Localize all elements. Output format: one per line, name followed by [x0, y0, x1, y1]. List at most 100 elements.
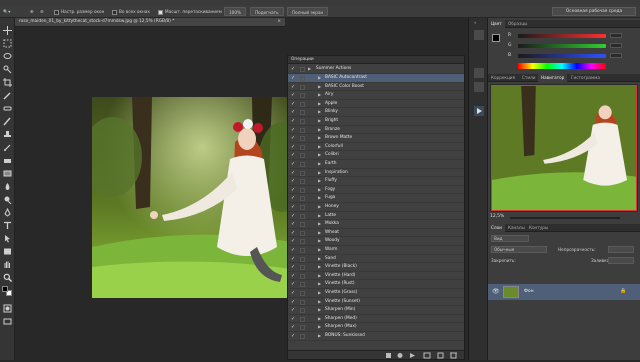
zoom-tool-icon[interactable] — [3, 273, 12, 282]
dialog-toggle-box[interactable] — [300, 239, 305, 245]
all-windows-checkbox[interactable]: Во всех окнах — [112, 7, 150, 16]
tab-layers[interactable]: Слои — [488, 224, 505, 232]
check-icon[interactable]: ✓ — [291, 151, 295, 160]
action-item[interactable]: ✓ ▶ Bronze — [288, 126, 464, 135]
check-icon[interactable]: ✓ — [291, 117, 295, 126]
tab-navigator[interactable]: Навигатор — [538, 74, 568, 82]
action-item[interactable]: ✓ ▶ Vinette (Black) — [288, 263, 464, 272]
expand-icon[interactable]: ▶ — [318, 255, 321, 264]
action-item[interactable]: ✓ ▶ Vinette (Hard) — [288, 272, 464, 281]
dialog-toggle-box[interactable] — [300, 316, 305, 322]
move-tool-icon[interactable] — [3, 26, 12, 35]
actions-footer-icons[interactable] — [288, 351, 464, 360]
dialog-toggle-box[interactable] — [300, 205, 305, 210]
expand-icon[interactable]: ▶ — [318, 126, 321, 135]
dialog-toggle-box[interactable] — [300, 110, 305, 116]
dialog-toggle-box[interactable] — [300, 67, 305, 72]
expand-icon[interactable]: ▶ — [318, 74, 321, 83]
dialog-toggle-box[interactable] — [300, 93, 305, 99]
quick-mask-icon[interactable] — [3, 304, 12, 313]
dialog-toggle-box[interactable] — [300, 256, 305, 262]
eye-visibility-icon[interactable]: 👁 — [492, 288, 500, 295]
expand-icon[interactable]: ▶ — [318, 108, 321, 117]
action-item[interactable]: ✓ ▶ Vinette (Rust) — [288, 280, 464, 289]
document-tab[interactable]: rose_maiden_01_by_kittythecat_stock-d7mm… — [15, 18, 285, 27]
dialog-toggle-box[interactable] — [300, 273, 305, 279]
check-icon[interactable]: ✓ — [291, 272, 295, 281]
check-icon[interactable]: ✓ — [291, 186, 295, 195]
expand-icon[interactable]: ▶ — [318, 160, 321, 169]
expand-icon[interactable]: ▶ — [318, 237, 321, 246]
clone-stamp-tool-icon[interactable] — [3, 130, 12, 139]
tab-paths[interactable]: Контуры — [526, 224, 551, 232]
expand-icon[interactable]: ▶ — [318, 212, 321, 221]
properties-panel-icon[interactable] — [474, 68, 484, 78]
color-swatches[interactable] — [2, 286, 13, 298]
dialog-toggle-box[interactable] — [300, 265, 305, 271]
check-icon[interactable]: ✓ — [291, 298, 295, 307]
check-icon[interactable]: ✓ — [291, 143, 295, 152]
action-item[interactable]: ✓ ▶ BASIC Color Boost — [288, 83, 464, 92]
action-item[interactable]: ✓ ▶ Fogy — [288, 186, 464, 195]
action-item[interactable]: ✓ ▶ Vinette (Grass) — [288, 289, 464, 298]
action-item[interactable]: ✓ ▶ Warm — [288, 246, 464, 255]
expand-icon[interactable]: ▶ — [318, 220, 321, 229]
document-image[interactable] — [92, 97, 292, 298]
dialog-toggle-box[interactable] — [300, 144, 305, 150]
navigator-view-box[interactable] — [491, 85, 637, 211]
check-icon[interactable]: ✓ — [291, 212, 295, 221]
expand-icon[interactable]: ▶ — [308, 65, 311, 74]
eraser-tool-icon[interactable] — [3, 156, 12, 165]
action-item[interactable]: ✓ ▶ Vinette (Sunset) — [288, 298, 464, 307]
expand-icon[interactable]: ▶ — [318, 280, 321, 289]
red-value-field[interactable] — [610, 33, 622, 38]
check-icon[interactable]: ✓ — [291, 134, 295, 143]
check-icon[interactable]: ✓ — [291, 126, 295, 135]
action-item[interactable]: ✓ ▶ Sharpen (Med) — [288, 315, 464, 324]
expand-icon[interactable]: ▶ — [318, 203, 321, 212]
dialog-toggle-box[interactable] — [300, 162, 305, 167]
foreground-color-swatch[interactable] — [492, 34, 500, 42]
workspace-switcher[interactable]: Основная рабочая среда — [552, 7, 636, 16]
dialog-toggle-box[interactable] — [300, 153, 305, 159]
zoom-out-icon[interactable]: ⊖ — [40, 7, 44, 16]
expand-icon[interactable]: ▶ — [318, 83, 321, 92]
tab-styles[interactable]: Стили — [519, 74, 538, 82]
info-panel-icon[interactable] — [474, 82, 484, 92]
action-item[interactable]: ✓ ▶ Earth — [288, 160, 464, 169]
action-item[interactable]: ✓ ▶ Mokka — [288, 220, 464, 229]
blue-slider[interactable] — [518, 54, 606, 58]
action-item[interactable]: ✓ ▶ Sharpen (Min) — [288, 306, 464, 315]
expand-icon[interactable]: ▶ — [318, 134, 321, 143]
action-item[interactable]: ✓ ▶ Apple — [288, 100, 464, 109]
expand-icon[interactable]: ▶ — [318, 289, 321, 298]
dialog-toggle-box[interactable] — [300, 170, 305, 176]
pen-tool-icon[interactable] — [3, 207, 12, 217]
dialog-toggle-box[interactable] — [300, 136, 305, 142]
dialog-toggle-box[interactable] — [300, 119, 305, 124]
history-brush-tool-icon[interactable] — [3, 143, 12, 152]
dialog-toggle-box[interactable] — [300, 101, 305, 107]
check-icon[interactable]: ✓ — [291, 91, 295, 100]
dialog-toggle-box[interactable] — [300, 308, 305, 314]
dialog-toggle-box[interactable] — [300, 291, 305, 296]
navigator-zoom-value[interactable]: 12,5% — [490, 214, 504, 219]
tab-histogram[interactable]: Гистограмма — [568, 74, 603, 82]
check-icon[interactable]: ✓ — [291, 315, 295, 324]
zoom-in-icon[interactable]: ⊕ — [30, 7, 34, 16]
dialog-toggle-box[interactable] — [300, 325, 305, 331]
action-item[interactable]: ✓ ▶ Wheat — [288, 229, 464, 238]
check-icon[interactable]: ✓ — [291, 280, 295, 289]
expand-icon[interactable]: ▶ — [318, 143, 321, 152]
quick-select-tool-icon[interactable] — [3, 65, 12, 74]
action-set-row[interactable]: ✓ ▶ Summer Actions — [288, 65, 464, 74]
check-icon[interactable]: ✓ — [291, 74, 295, 83]
actions-panel-icon[interactable] — [474, 106, 484, 116]
layer-filter-kind[interactable]: Вид — [491, 235, 529, 242]
navigator-zoom-slider[interactable] — [510, 217, 620, 219]
check-icon[interactable]: ✓ — [291, 108, 295, 117]
expand-icon[interactable]: ▶ — [318, 91, 321, 100]
fit-window-checkbox[interactable]: Настр. размер окон — [54, 7, 104, 16]
collapse-icon[interactable]: « — [474, 20, 484, 26]
expand-icon[interactable]: ▶ — [318, 323, 321, 332]
